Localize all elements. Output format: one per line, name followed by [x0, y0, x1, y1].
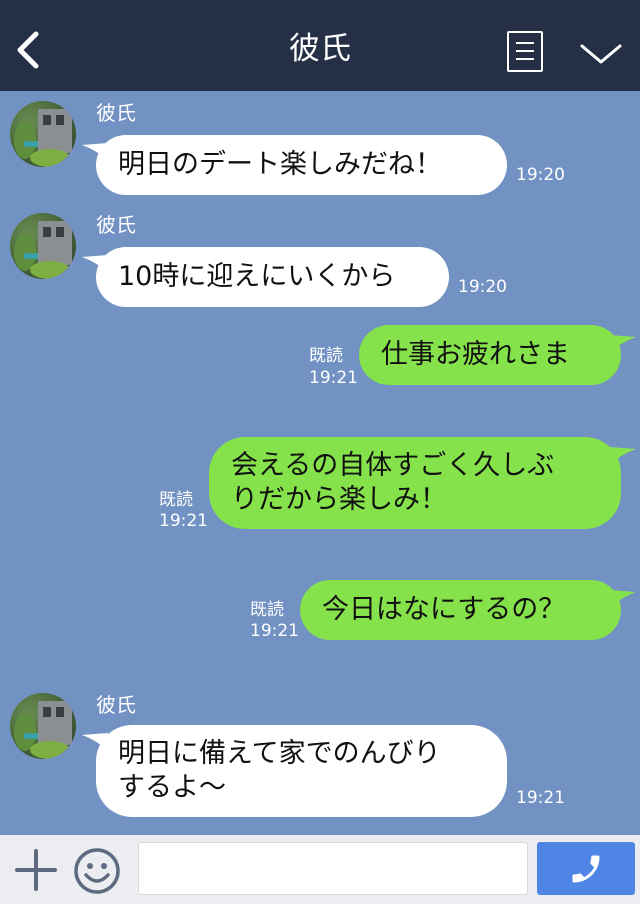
menu-icon-line	[516, 50, 534, 52]
bubble-tail	[610, 335, 636, 353]
chevron-down-icon	[580, 44, 622, 64]
message-list[interactable]: 彼氏 明日のデート楽しみだね！ 19:20 彼氏 10時に迎えにいくから 19:…	[0, 91, 640, 835]
read-status: 既読	[159, 490, 193, 510]
menu-icon	[516, 42, 534, 44]
message-text: 仕事お疲れさま	[381, 339, 570, 370]
message-bubble[interactable]: 明日のデート楽しみだね！	[96, 135, 507, 195]
avatar[interactable]	[10, 213, 76, 279]
read-status: 既読	[309, 346, 343, 366]
message-bubble[interactable]: 10時に迎えにいくから	[96, 247, 449, 307]
message-text-line: 会えるの自体すごく久しぶ	[231, 450, 555, 481]
message-time: 19:20	[516, 165, 565, 185]
emoji-button[interactable]	[73, 847, 121, 895]
bubble-tail	[610, 447, 636, 465]
sender-name: 彼氏	[96, 213, 136, 237]
call-button[interactable]	[537, 842, 635, 895]
bubble-tail	[610, 590, 636, 608]
message-time: 19:21	[159, 511, 208, 531]
message-text-line: 明日に備えて家でのんびり	[118, 738, 441, 769]
message-time: 19:20	[458, 277, 507, 297]
phone-icon	[572, 855, 600, 883]
message-bubble[interactable]: 仕事お疲れさま	[359, 325, 621, 385]
avatar[interactable]	[10, 101, 76, 167]
add-attachment-button[interactable]	[14, 848, 58, 892]
message-time: 19:21	[250, 621, 299, 641]
message-bubble[interactable]: 会えるの自体すごく久しぶ りだから楽しみ！	[209, 437, 621, 529]
menu-icon-line	[516, 58, 534, 60]
sender-name: 彼氏	[96, 693, 136, 717]
collapse-button[interactable]	[578, 38, 624, 70]
sender-name: 彼氏	[96, 101, 136, 125]
message-bubble[interactable]: 明日に備えて家でのんびり するよ〜	[96, 725, 507, 817]
chat-header: 彼氏	[0, 0, 640, 91]
message-text-line: りだから楽しみ！	[231, 484, 447, 515]
read-status: 既読	[250, 600, 284, 620]
message-input[interactable]	[138, 842, 528, 895]
message-time: 19:21	[309, 368, 358, 388]
message-bubble[interactable]: 今日はなにするの？	[300, 580, 621, 640]
message-text: 10時に迎えにいくから	[118, 261, 396, 292]
message-time: 19:21	[516, 788, 565, 808]
message-text: 明日のデート楽しみだね！	[118, 149, 442, 180]
menu-button[interactable]	[507, 31, 543, 72]
chat-title: 彼氏	[289, 31, 351, 67]
plus-icon	[15, 849, 57, 891]
message-text-line: するよ〜	[118, 772, 226, 803]
message-text: 今日はなにするの？	[322, 594, 566, 625]
avatar[interactable]	[10, 693, 76, 759]
composer-bar	[0, 835, 640, 904]
emoji-icon	[74, 848, 120, 894]
